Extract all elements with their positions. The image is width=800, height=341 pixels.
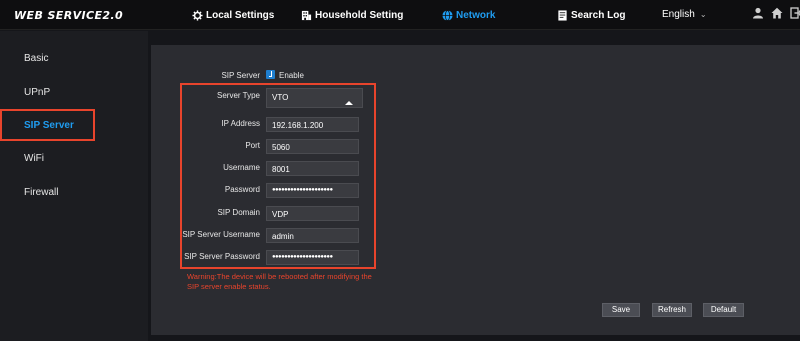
user-icon[interactable] [752, 7, 764, 19]
nav-network-label: Network [456, 9, 496, 21]
nav-search-log[interactable]: Search Log [557, 8, 625, 22]
nav-household-setting[interactable]: Household Setting [301, 8, 403, 22]
username-field[interactable]: 8001 [266, 161, 359, 176]
sidebar: Basic UPnP SIP Server WiFi Firewall [0, 31, 148, 341]
sip-server-username-label: SIP Server Username [182, 230, 260, 239]
warning-line-1: Warning:The device will be rebooted afte… [187, 272, 372, 281]
enable-label: Enable [279, 71, 304, 80]
port-field[interactable]: 5060 [266, 139, 359, 154]
password-label: Password [224, 185, 260, 194]
sip-server-password-label: SIP Server Password [184, 252, 260, 261]
enable-checkbox[interactable] [266, 70, 275, 79]
server-type-select[interactable]: VTO [266, 88, 363, 108]
language-label: English [662, 9, 695, 20]
server-type-value: VTO [272, 93, 289, 102]
sidebar-item-basic[interactable]: Basic [24, 53, 48, 64]
username-label: Username [223, 163, 260, 172]
top-icon-group [752, 7, 800, 19]
nav-network[interactable]: Network [442, 8, 495, 22]
ip-address-label: IP Address [221, 119, 260, 128]
chevron-down-icon: ⌄ [699, 10, 707, 19]
nav-search-log-label: Search Log [571, 9, 626, 21]
password-field[interactable]: ●●●●●●●●●●●●●●●●●●●● [266, 183, 359, 198]
refresh-button[interactable]: Refresh [652, 303, 692, 317]
default-button[interactable]: Default [703, 303, 744, 317]
server-type-label: Server Type [217, 91, 260, 100]
gear-icon [192, 9, 203, 21]
port-label: Port [245, 141, 260, 150]
sidebar-highlight-box [0, 109, 95, 141]
warning-message: Warning:The device will be rebooted afte… [187, 272, 402, 292]
sip-server-label: SIP Server [221, 71, 260, 80]
home-icon[interactable] [771, 7, 783, 19]
sip-domain-label: SIP Domain [217, 208, 260, 217]
sidebar-item-wifi[interactable]: WiFi [24, 153, 44, 164]
logout-icon[interactable] [790, 7, 800, 19]
nav-household-setting-label: Household Setting [315, 9, 404, 21]
sip-server-password-field[interactable]: ●●●●●●●●●●●●●●●●●●●● [266, 250, 359, 265]
top-navigation-bar: WEB SERVICE2.0 Local Settings Household … [0, 0, 800, 30]
nav-local-settings-label: Local Settings [206, 9, 275, 21]
dropdown-arrow-icon [345, 101, 353, 105]
globe-icon [442, 9, 453, 21]
language-select[interactable]: English ⌄ [662, 9, 707, 20]
ip-address-field[interactable]: 192.168.1.200 [266, 117, 359, 132]
warning-line-2: SIP server enable status. [187, 282, 271, 291]
nav-local-settings[interactable]: Local Settings [192, 8, 274, 22]
save-button[interactable]: Save [602, 303, 640, 317]
sidebar-item-upnp[interactable]: UPnP [24, 87, 50, 98]
document-icon [558, 9, 567, 21]
sidebar-item-firewall[interactable]: Firewall [24, 187, 58, 198]
building-icon [301, 10, 312, 20]
app-logo: WEB SERVICE2.0 [14, 9, 124, 22]
sip-domain-field[interactable]: VDP [266, 206, 359, 221]
sip-server-username-field[interactable]: admin [266, 228, 359, 243]
